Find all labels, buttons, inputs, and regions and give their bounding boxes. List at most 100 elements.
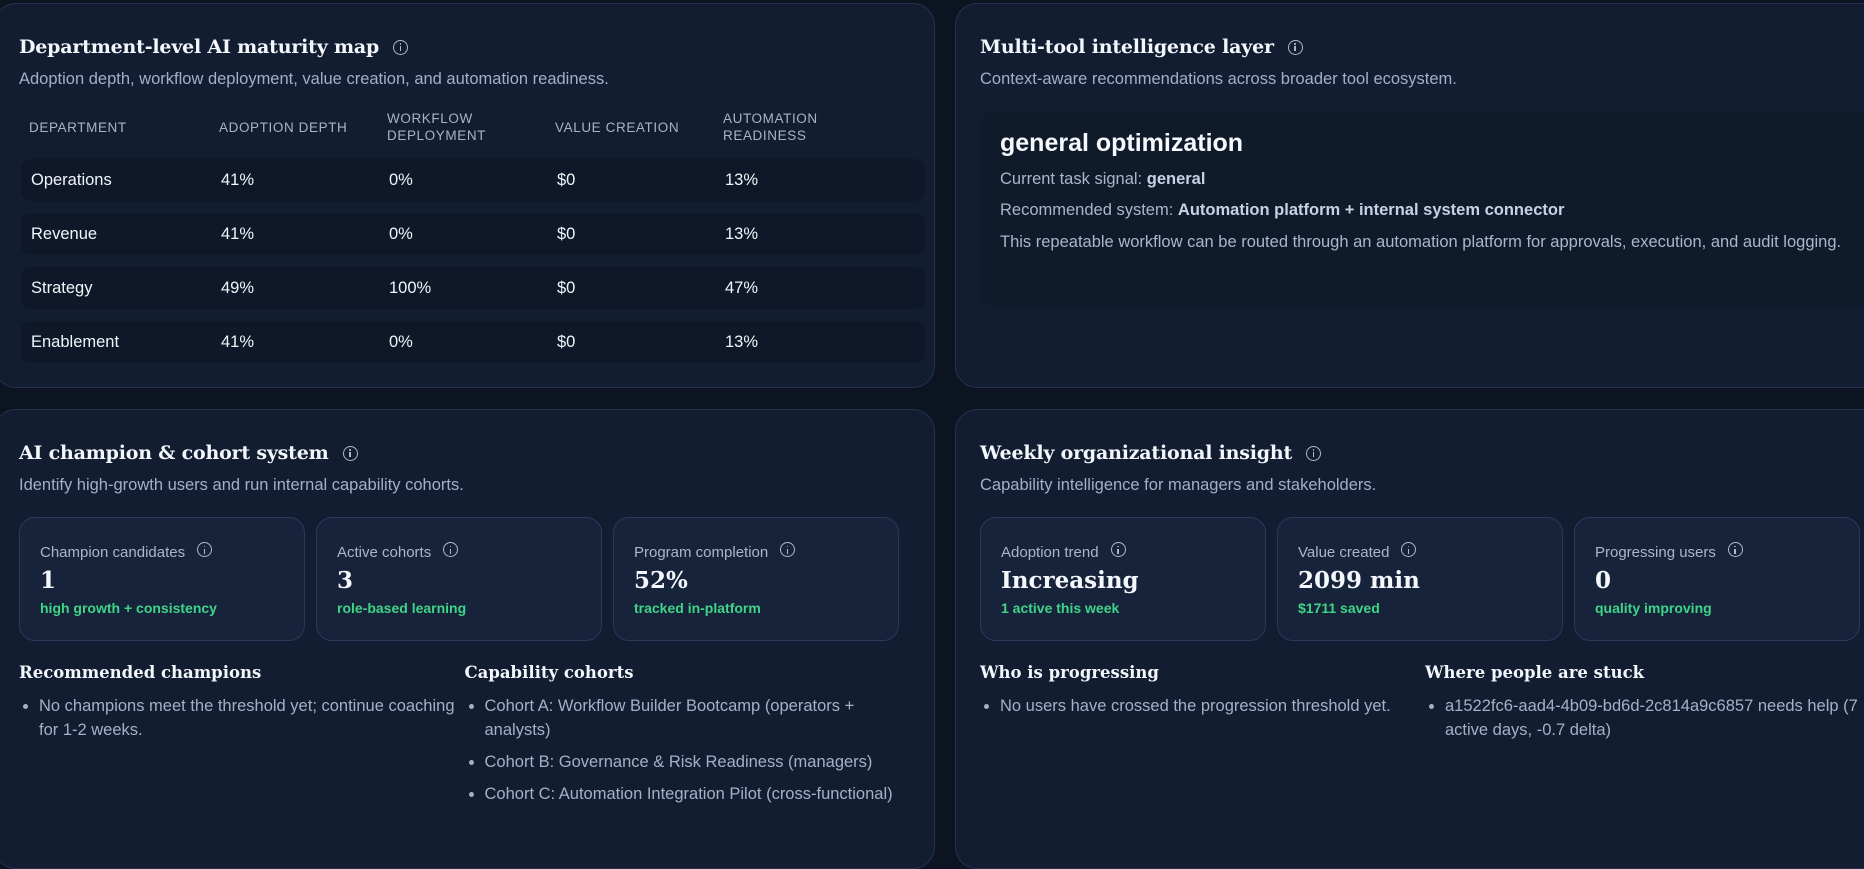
cell-department: Enablement: [31, 332, 120, 351]
cell-adoption: 49%: [221, 278, 255, 297]
champion-cohort-card: AI champion & cohort system Identify hig…: [0, 409, 935, 869]
cell-department: Revenue: [31, 224, 98, 243]
recommendation-description: This repeatable workflow can be routed t…: [1000, 233, 1842, 251]
stat-label: Active cohorts: [337, 544, 432, 561]
stat-tile-champion-candidates: Champion candidates 1 high growth + cons…: [19, 517, 305, 641]
stat-value: 3: [337, 567, 354, 594]
cell-value: $0: [557, 332, 576, 351]
info-icon[interactable]: [1306, 445, 1322, 461]
column-header[interactable]: ADOPTION DEPTH: [219, 120, 387, 135]
stat-label: Program completion: [634, 544, 769, 561]
cell-automation: 13%: [725, 332, 759, 351]
card-subtitle: Identify high-growth users and run inter…: [19, 476, 464, 494]
cell-department: Strategy: [31, 278, 93, 297]
list-item: Cohort B: Governance & Risk Readiness (m…: [485, 750, 911, 774]
stat-value: 52%: [634, 567, 688, 594]
info-icon[interactable]: [780, 542, 796, 557]
cell-automation: 47%: [725, 278, 759, 297]
cell-workflow: 0%: [389, 224, 413, 243]
recommendation-title: general optimization: [1000, 129, 1244, 157]
list-item: Cohort C: Automation Integration Pilot (…: [485, 782, 911, 806]
maturity-table: DEPARTMENT ADOPTION DEPTH WORKFLOW DEPLO…: [19, 107, 925, 363]
multitool-card: Multi-tool intelligence layer Context-aw…: [955, 3, 1864, 388]
cell-value: $0: [557, 224, 576, 243]
info-icon[interactable]: [197, 542, 213, 557]
card-title: Department-level AI maturity map: [19, 36, 380, 58]
table-row[interactable]: Revenue 41% 0% $0 13%: [21, 213, 925, 255]
column-header[interactable]: VALUE CREATION: [555, 120, 723, 135]
cell-workflow: 0%: [389, 170, 413, 189]
info-icon[interactable]: [393, 39, 409, 55]
stat-note: high growth + consistency: [40, 600, 217, 616]
maturity-map-card: Department-level AI maturity map Adoptio…: [0, 3, 935, 388]
who-is-progressing: Who is progressing No users have crossed…: [980, 663, 1425, 750]
recommended-system-label: Recommended system:: [1000, 201, 1174, 219]
cell-automation: 13%: [725, 224, 759, 243]
cell-value: $0: [557, 278, 576, 297]
info-icon[interactable]: [1727, 542, 1743, 557]
stat-label: Progressing users: [1595, 544, 1716, 561]
info-icon[interactable]: [342, 445, 358, 461]
stat-tile-program-completion: Program completion 52% tracked in-platfo…: [613, 517, 899, 641]
task-signal-label: Current task signal:: [1000, 170, 1143, 188]
cell-department: Operations: [31, 170, 112, 189]
stat-note: role-based learning: [337, 600, 467, 616]
insight-lists: Who is progressing No users have crossed…: [980, 663, 1864, 750]
column-header[interactable]: WORKFLOW DEPLOYMENT: [387, 110, 555, 144]
task-signal: Current task signal: general: [1000, 170, 1850, 189]
cell-adoption: 41%: [221, 332, 255, 351]
cell-workflow: 100%: [389, 278, 432, 297]
stat-value: Increasing: [1001, 567, 1139, 594]
weekly-insight-card: Weekly organizational insight Capability…: [955, 409, 1864, 869]
card-subtitle: Adoption depth, workflow deployment, val…: [19, 70, 609, 88]
info-icon[interactable]: [443, 542, 459, 557]
list-item: No users have crossed the progression th…: [1000, 694, 1425, 718]
stat-value: 2099 min: [1298, 567, 1420, 594]
table-row[interactable]: Operations 41% 0% $0 13%: [21, 159, 925, 201]
recommended-system-value: Automation platform + internal system co…: [1177, 201, 1565, 219]
stat-label: Value created: [1298, 544, 1390, 561]
cell-adoption: 41%: [221, 224, 255, 243]
capability-cohorts: Capability cohorts Cohort A: Workflow Bu…: [465, 663, 911, 814]
stat-tile-progressing-users: Progressing users 0 quality improving: [1574, 517, 1860, 641]
stat-tile-adoption-trend: Adoption trend Increasing 1 active this …: [980, 517, 1266, 641]
table-row[interactable]: Enablement 41% 0% $0 13%: [21, 321, 925, 363]
stat-tiles: Adoption trend Increasing 1 active this …: [980, 517, 1864, 641]
stat-value: 0: [1595, 567, 1612, 594]
list-title: Recommended champions: [19, 663, 262, 682]
info-icon[interactable]: [1287, 39, 1303, 55]
list-title: Capability cohorts: [464, 663, 634, 682]
cell-workflow: 0%: [389, 332, 413, 351]
table-header: DEPARTMENT ADOPTION DEPTH WORKFLOW DEPLO…: [19, 107, 910, 147]
stat-tile-active-cohorts: Active cohorts 3 role-based learning: [316, 517, 602, 641]
stat-note: quality improving: [1595, 600, 1712, 616]
table-row[interactable]: Strategy 49% 100% $0 47%: [21, 267, 925, 309]
recommended-champions: Recommended champions No champions meet …: [19, 663, 465, 814]
card-subtitle: Capability intelligence for managers and…: [980, 476, 1377, 494]
card-title: Weekly organizational insight: [980, 442, 1293, 464]
recommended-system: Recommended system: Automation platform …: [1000, 201, 1850, 220]
stat-tile-value-created: Value created 2099 min $1711 saved: [1277, 517, 1563, 641]
cell-adoption: 41%: [221, 170, 255, 189]
list-item: No champions meet the threshold yet; con…: [39, 694, 465, 742]
cell-automation: 13%: [725, 170, 759, 189]
list-item: Cohort A: Workflow Builder Bootcamp (ope…: [485, 694, 911, 742]
card-subtitle: Context-aware recommendations across bro…: [980, 70, 1457, 88]
stat-note: tracked in-platform: [634, 600, 761, 616]
card-title: Multi-tool intelligence layer: [980, 36, 1274, 58]
stat-value: 1: [40, 567, 57, 594]
cell-value: $0: [557, 170, 576, 189]
column-header[interactable]: DEPARTMENT: [19, 120, 219, 135]
column-header[interactable]: AUTOMATION READINESS: [723, 110, 893, 144]
stat-note: 1 active this week: [1001, 600, 1120, 616]
stat-note: $1711 saved: [1298, 600, 1380, 616]
task-signal-value: general: [1146, 170, 1206, 188]
info-icon[interactable]: [1401, 542, 1417, 557]
champion-lists: Recommended champions No champions meet …: [19, 663, 910, 814]
stat-label: Champion candidates: [40, 544, 186, 561]
info-icon[interactable]: [1110, 542, 1126, 557]
list-title: Who is progressing: [980, 663, 1159, 682]
card-title: AI champion & cohort system: [19, 442, 329, 464]
where-people-are-stuck: Where people are stuck a1522fc6-aad4-4b0…: [1425, 663, 1864, 750]
list-title: Where people are stuck: [1425, 663, 1645, 682]
